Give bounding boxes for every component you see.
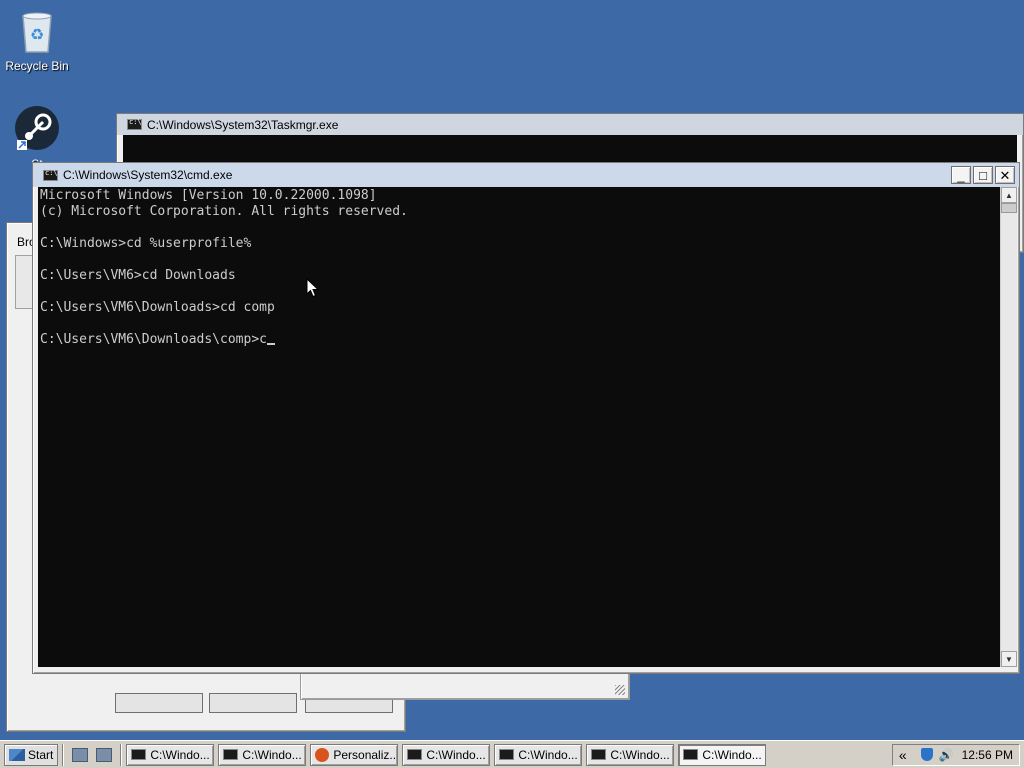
taskbar-button-label: C:\Windo... xyxy=(518,747,578,762)
taskbar-button-label: Personaliz... xyxy=(333,747,399,762)
maximize-button[interactable]: □ xyxy=(973,166,993,184)
cmd-window[interactable]: C:\Windows\System32\cmd.exe _ □ ✕ Micros… xyxy=(32,162,1020,674)
console-icon xyxy=(131,749,147,760)
console-line: C:\Users\VM6>cd Downloads xyxy=(40,268,236,283)
taskbar-button-label: C:\Windo... xyxy=(702,747,762,762)
console-scrollbar[interactable]: ▲ ▼ xyxy=(1000,187,1017,667)
console-icon xyxy=(683,749,699,760)
svg-text:♻: ♻ xyxy=(30,27,44,44)
taskbar-button[interactable]: C:\Windo... xyxy=(402,743,491,766)
taskmgr-title: C:\Windows\System32\Taskmgr.exe xyxy=(147,117,339,132)
console-icon xyxy=(43,169,58,181)
taskbar-button-label: C:\Windo... xyxy=(426,747,486,762)
console-line: C:\Users\VM6\Downloads>cd comp xyxy=(40,300,275,315)
taskbar-button-label: C:\Windo... xyxy=(610,747,670,762)
taskbar-button-label: C:\Windo... xyxy=(242,747,302,762)
console-icon xyxy=(499,749,515,760)
scroll-thumb[interactable] xyxy=(1001,203,1017,213)
ok-button[interactable] xyxy=(115,693,203,713)
security-shield-icon[interactable] xyxy=(920,748,933,761)
cmd-title: C:\Windows\System32\cmd.exe xyxy=(63,168,233,182)
resize-grip-icon[interactable] xyxy=(615,685,625,695)
start-button[interactable]: Start xyxy=(4,743,59,766)
text-cursor xyxy=(266,343,275,345)
volume-icon[interactable]: 🔊 xyxy=(939,748,954,762)
recycle-bin-desktop-icon[interactable]: ♻ Recycle Bin xyxy=(0,8,74,73)
cancel-button[interactable] xyxy=(209,693,297,713)
taskbar-button-label: C:\Windo... xyxy=(150,747,210,762)
console-icon xyxy=(223,749,239,760)
windows-flag-icon xyxy=(9,748,25,761)
taskbar-button[interactable]: C:\Windo... xyxy=(678,743,767,766)
show-desktop-icon[interactable] xyxy=(72,747,89,762)
start-label: Start xyxy=(28,747,54,762)
personalize-icon xyxy=(315,747,330,762)
steam-icon xyxy=(15,106,59,150)
mouse-pointer-icon xyxy=(306,278,320,298)
console-icon xyxy=(127,118,142,130)
console-output[interactable]: Microsoft Windows [Version 10.0.22000.10… xyxy=(38,187,1000,667)
task-list: C:\Windo... C:\Windo... Personaliz... C:\Wi… xyxy=(126,743,770,766)
taskbar-button[interactable]: Personaliz... xyxy=(310,743,399,766)
recycle-bin-label: Recycle Bin xyxy=(5,59,69,73)
system-tray: « 🔊 12:56 PM xyxy=(891,743,1020,766)
tray-expand-icon[interactable]: « xyxy=(899,747,907,763)
taskbar-separator xyxy=(62,743,65,766)
taskbar-separator xyxy=(120,743,123,766)
cmd-titlebar[interactable]: C:\Windows\System32\cmd.exe _ □ ✕ xyxy=(33,163,1019,187)
taskbar-button[interactable]: C:\Windo... xyxy=(126,743,215,766)
taskbar-button[interactable]: C:\Windo... xyxy=(494,743,583,766)
taskbar: Start C:\Windo... C:\Windo... Personaliz..… xyxy=(0,740,1024,768)
explorer-quicklaunch-icon[interactable] xyxy=(96,747,113,762)
scroll-up-icon[interactable]: ▲ xyxy=(1001,187,1017,203)
taskbar-button[interactable]: C:\Windo... xyxy=(586,743,675,766)
console-line: C:\Users\VM6\Downloads\comp>c xyxy=(40,332,998,348)
recycle-bin-icon: ♻ xyxy=(22,12,52,53)
console-line: C:\Windows>cd %userprofile% xyxy=(40,236,252,251)
minimize-button[interactable]: _ xyxy=(951,166,971,184)
console-line: Microsoft Windows [Version 10.0.22000.10… xyxy=(40,188,377,203)
scroll-down-icon[interactable]: ▼ xyxy=(1001,651,1017,667)
console-icon xyxy=(591,749,607,760)
console-icon xyxy=(407,749,423,760)
console-line: (c) Microsoft Corporation. All rights re… xyxy=(40,204,408,219)
close-button[interactable]: ✕ xyxy=(995,166,1015,184)
clock[interactable]: 12:56 PM xyxy=(962,748,1013,762)
taskbar-button[interactable]: C:\Windo... xyxy=(218,743,307,766)
taskmgr-titlebar[interactable]: C:\Windows\System32\Taskmgr.exe xyxy=(117,114,1023,135)
